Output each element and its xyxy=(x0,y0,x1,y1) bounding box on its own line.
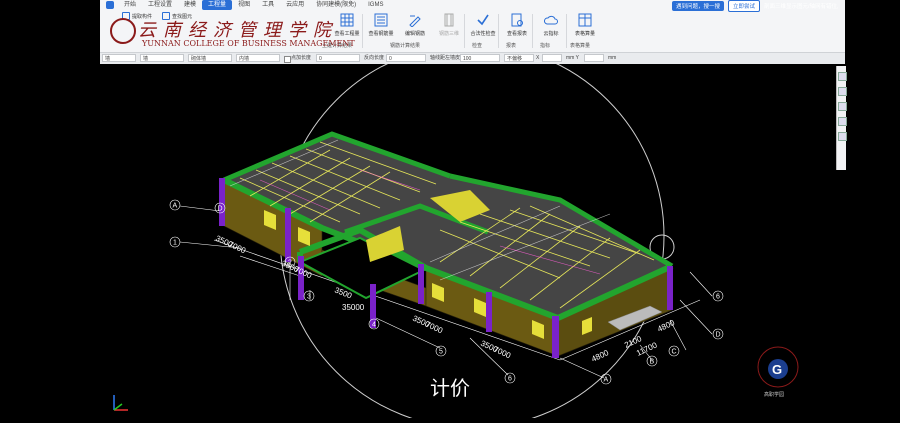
point-length-checkbox[interactable] xyxy=(284,56,291,63)
svg-text:5: 5 xyxy=(439,349,443,356)
property-bar: 墙 墙 砌体墙 内墙 点加长度 0 反向长度 0 轴线距左墙皮距离 100 不偏… xyxy=(100,52,845,64)
watermark: G 高职学园 xyxy=(748,345,808,398)
grid-table-icon xyxy=(340,13,354,27)
offset-select[interactable]: 不偏移 xyxy=(504,54,534,62)
svg-text:35000: 35000 xyxy=(342,303,365,312)
menu-quantity[interactable]: 工程量 xyxy=(202,0,233,10)
wall-type-select[interactable]: 内墙 xyxy=(236,54,280,62)
svg-text:A: A xyxy=(173,203,178,210)
svg-text:4: 4 xyxy=(372,322,376,329)
panel-icon[interactable] xyxy=(838,132,847,141)
reverse-length-input[interactable]: 0 xyxy=(386,54,426,62)
subtype-select[interactable]: 砌体墙 xyxy=(188,54,232,62)
menu-cloud[interactable]: 云应用 xyxy=(280,0,310,10)
cloud-icon xyxy=(544,15,558,25)
edit-rebar-button[interactable]: 编辑钢筋 xyxy=(398,11,432,41)
view-rebar-button[interactable]: 查看钢筋量 xyxy=(364,11,398,41)
cloud-index-button[interactable]: 云指标 xyxy=(534,11,568,41)
feedback-button[interactable]: 遇到问题，搜一搜 xyxy=(672,0,725,11)
college-seal-icon xyxy=(110,18,136,44)
notice-message: 剖面三维显示图元/轴网有错位, xyxy=(764,3,839,10)
svg-text:4800: 4800 xyxy=(590,348,610,364)
menu-igms[interactable]: IGMS xyxy=(362,0,389,10)
svg-text:D: D xyxy=(218,206,223,213)
rebar-3d-button[interactable]: 钢筋三维 xyxy=(432,11,466,41)
menu-modeling[interactable]: 建模 xyxy=(178,0,202,10)
svg-text:1: 1 xyxy=(173,240,177,247)
svg-text:7000: 7000 xyxy=(424,320,444,336)
length-input[interactable]: 0 xyxy=(316,54,360,62)
svg-text:B: B xyxy=(650,359,655,366)
table-icon xyxy=(578,13,592,27)
svg-text:3: 3 xyxy=(307,294,311,301)
panel-icon[interactable] xyxy=(838,117,847,126)
edit-rebar-icon xyxy=(409,15,421,27)
svg-text:G: G xyxy=(772,362,782,377)
x-input[interactable] xyxy=(542,54,562,62)
svg-text:D: D xyxy=(716,332,721,339)
axis-distance-input[interactable]: 100 xyxy=(460,54,500,62)
menu-collab[interactable]: 协同建模(限免) xyxy=(310,0,362,10)
try-now-button[interactable]: 立即尝试 xyxy=(728,0,761,12)
menu-project-settings[interactable]: 工程设置 xyxy=(142,0,178,10)
view-report-button[interactable]: 查看报表 xyxy=(500,11,534,41)
app-icon[interactable] xyxy=(106,1,114,9)
menu-view[interactable]: 视图 xyxy=(232,0,256,10)
type-select[interactable]: 墙 xyxy=(140,54,184,62)
y-input[interactable] xyxy=(584,54,604,62)
right-toolstrip xyxy=(836,66,847,170)
report-icon xyxy=(511,13,523,27)
svg-text:4800: 4800 xyxy=(656,318,676,334)
svg-text:6: 6 xyxy=(716,294,720,301)
svg-text:C: C xyxy=(672,349,677,356)
rebar-3d-icon xyxy=(444,13,454,27)
college-logo: 云南经济管理学院 YUNNAN COLLEGE OF BUSINESS MANA… xyxy=(108,14,355,52)
menu-start[interactable]: 开始 xyxy=(118,0,142,10)
svg-text:7000: 7000 xyxy=(227,240,247,256)
floor-select[interactable]: 墙 xyxy=(102,54,136,62)
panel-icon[interactable] xyxy=(838,87,847,96)
notice-bar: 遇到问题，搜一搜 立即尝试 剖面三维显示图元/轴网有错位, xyxy=(672,0,839,12)
panel-icon[interactable] xyxy=(838,72,847,81)
rebar-table-icon xyxy=(374,13,388,27)
panel-icon[interactable] xyxy=(838,102,847,111)
check-icon xyxy=(477,14,489,26)
svg-text:7000: 7000 xyxy=(492,345,512,361)
table-quantity-button[interactable]: 表格算量 xyxy=(568,11,602,41)
menu-tools[interactable]: 工具 xyxy=(256,0,280,10)
building-model[interactable] xyxy=(219,131,674,358)
axis-gizmo-icon xyxy=(106,392,132,416)
legality-check-button[interactable]: 合法性检查 xyxy=(466,11,500,41)
svg-text:2: 2 xyxy=(288,260,292,267)
college-name-en: YUNNAN COLLEGE OF BUSINESS MANAGEMENT xyxy=(142,39,355,48)
watermark-logo-icon: G xyxy=(757,346,799,388)
